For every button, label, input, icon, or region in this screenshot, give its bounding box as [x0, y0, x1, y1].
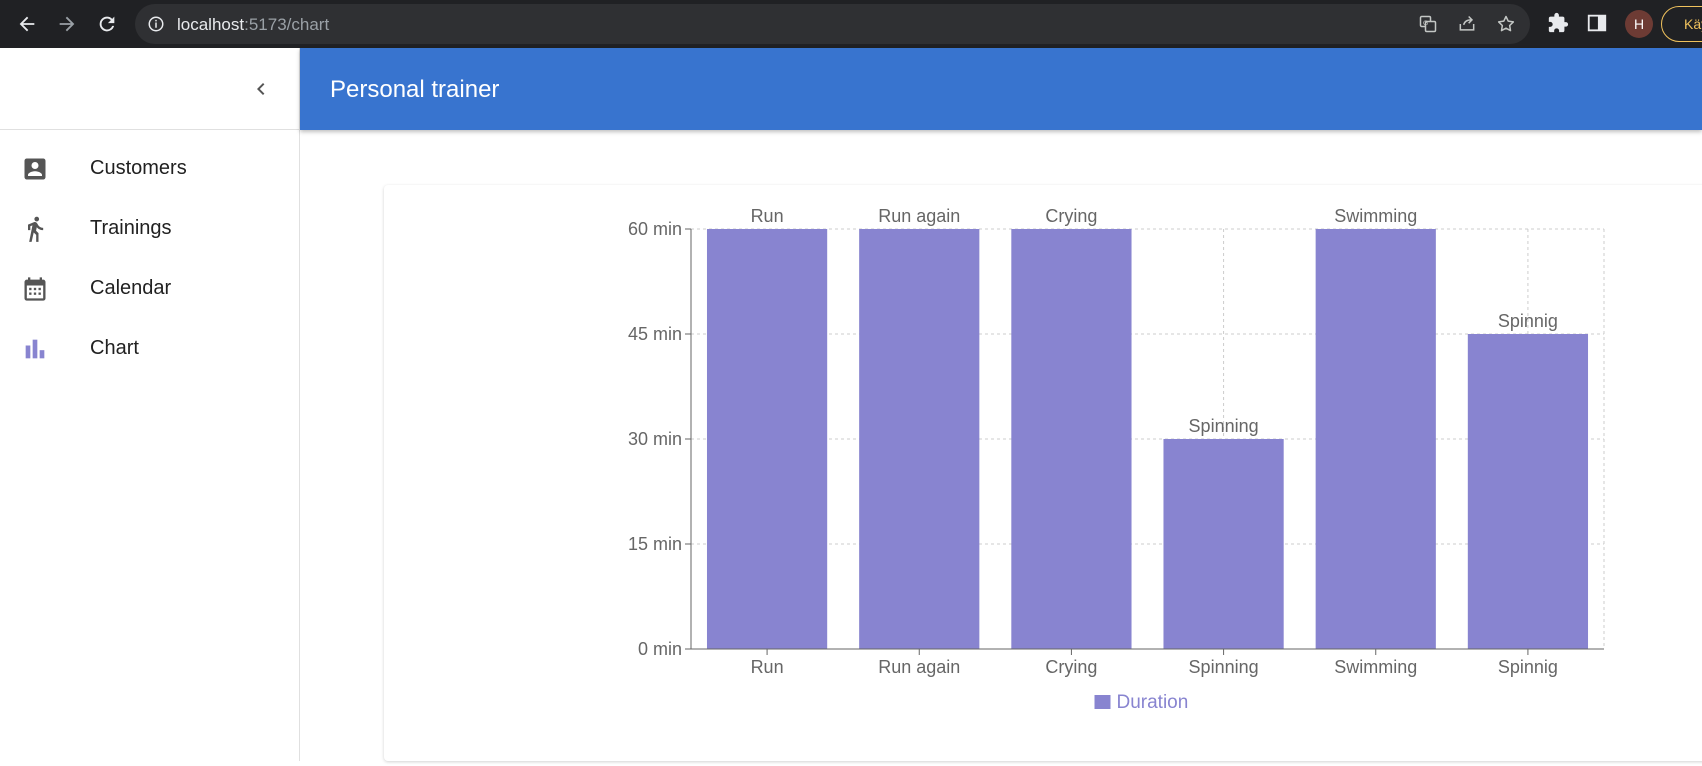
y-tick-label: 60 min	[628, 219, 682, 239]
url-path: :5173/chart	[244, 15, 330, 34]
data-label: Run	[751, 206, 784, 226]
share-icon[interactable]	[1457, 14, 1477, 34]
x-tick-label: Run	[751, 657, 784, 677]
bar-chart-icon	[25, 339, 45, 359]
x-tick-label: Run again	[878, 657, 960, 677]
y-tick-label: 30 min	[628, 429, 682, 449]
legend-swatch	[1094, 695, 1111, 709]
sidebar-item-trainings[interactable]: Trainings	[0, 198, 299, 258]
navigation-drawer: Customers Trainings Calendar Chart	[0, 48, 300, 761]
browser-update-button[interactable]: Käyn	[1661, 6, 1702, 42]
x-tick-label: Spinning	[1189, 657, 1259, 677]
chevron-left-icon	[257, 83, 265, 95]
drawer-spacer	[0, 130, 299, 138]
bookmark-star-icon[interactable]	[1496, 14, 1516, 34]
arrow-forward-icon	[59, 16, 75, 32]
x-tick-label: Swimming	[1334, 657, 1417, 677]
extensions-icon[interactable]	[1547, 12, 1569, 34]
chart-bar	[859, 229, 980, 649]
sidebar-item-chart[interactable]: Chart	[0, 318, 299, 378]
sidebar-item-label: Customers	[90, 156, 187, 179]
back-button[interactable]	[13, 10, 41, 38]
data-label: Swimming	[1334, 206, 1417, 226]
chart-bar	[1163, 439, 1284, 649]
sidebar-item-customers[interactable]: Customers	[0, 138, 299, 198]
site-info-icon[interactable]	[147, 15, 165, 33]
account-box-icon	[24, 158, 46, 180]
directions-run-icon	[28, 216, 44, 242]
data-label: Spinning	[1189, 416, 1259, 436]
collapse-drawer-button[interactable]	[248, 76, 274, 102]
side-panel-icon[interactable]	[1586, 12, 1608, 34]
address-bar[interactable]: localhost:5173/chart G	[135, 4, 1530, 44]
svg-text:G: G	[1423, 20, 1428, 27]
forward-button[interactable]	[53, 10, 81, 38]
url-text: localhost:5173/chart	[177, 15, 329, 35]
chart-card: 0 min 15 min 30 min 45 min 60 min Run Run Run a…	[384, 185, 1702, 761]
app-bar: Personal trainer	[300, 48, 1702, 130]
drawer-header	[0, 48, 299, 130]
sidebar-item-calendar[interactable]: Calendar	[0, 258, 299, 318]
calendar-icon	[24, 277, 46, 301]
x-tick-label: Spinnig	[1498, 657, 1558, 677]
chart-bar	[1011, 229, 1132, 649]
y-tick-label: 0 min	[638, 639, 682, 659]
reload-button[interactable]	[93, 10, 121, 38]
page-title: Personal trainer	[330, 76, 500, 103]
data-label: Crying	[1045, 206, 1097, 226]
sidebar-item-label: Chart	[90, 336, 139, 359]
translate-icon[interactable]: G	[1418, 14, 1438, 34]
reload-icon	[99, 16, 115, 32]
arrow-back-icon	[19, 16, 35, 32]
profile-avatar[interactable]: H	[1625, 10, 1653, 38]
browser-toolbar: localhost:5173/chart G H Käyn	[0, 0, 1702, 48]
data-label: Spinnig	[1498, 311, 1558, 331]
chart-bar	[1467, 334, 1589, 649]
y-tick-label: 45 min	[628, 324, 682, 344]
x-tick-label: Crying	[1045, 657, 1097, 677]
y-tick-label: 15 min	[628, 534, 682, 554]
sidebar-item-label: Trainings	[90, 216, 172, 239]
url-host: localhost	[177, 15, 245, 34]
bar-chart: 0 min 15 min 30 min 45 min 60 min Run Run Run a…	[628, 206, 1605, 713]
chart-bar	[1315, 229, 1436, 649]
chart-bar	[706, 229, 828, 649]
data-label: Run again	[878, 206, 960, 226]
legend-label: Duration	[1117, 692, 1189, 713]
sidebar-item-label: Calendar	[90, 276, 172, 299]
